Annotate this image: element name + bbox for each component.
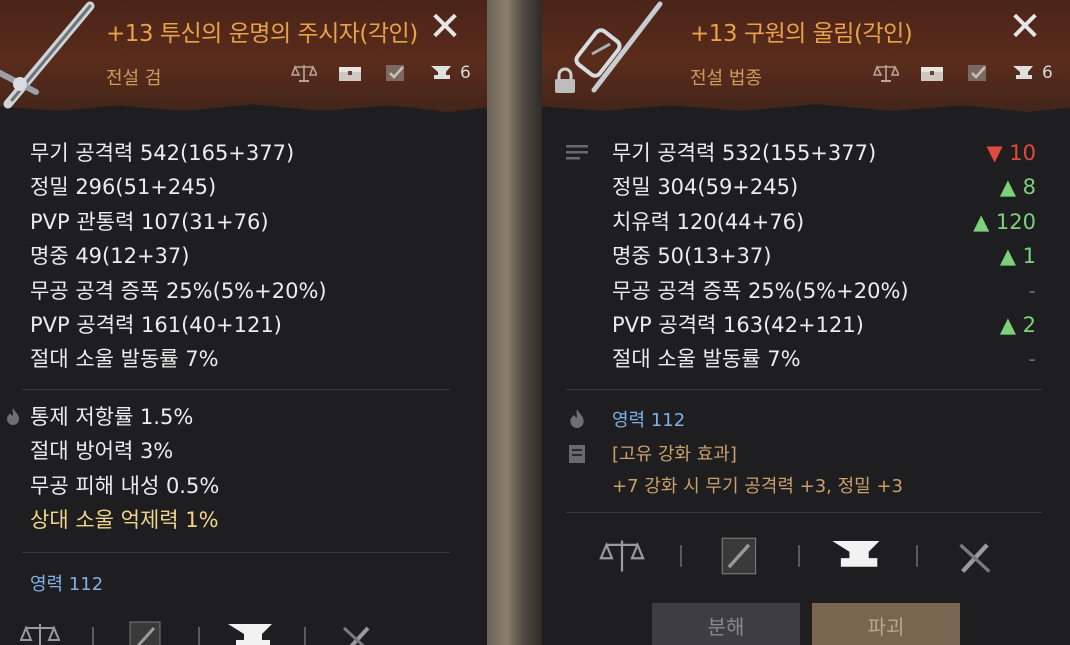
list-icon bbox=[564, 140, 590, 164]
anvil-icon bbox=[428, 62, 456, 84]
check-box-icon bbox=[382, 62, 410, 84]
bar-separator bbox=[92, 627, 94, 645]
extra-stats: 통제 저항률 1.5% 절대 방어력 3% 무공 피해 내성 0.5% 상대 소… bbox=[30, 400, 219, 538]
scale-icon[interactable] bbox=[592, 530, 652, 582]
scale-icon bbox=[290, 62, 318, 84]
stat-diff-column: ▼ 10 ▲ 8 ▲ 120 ▲ 1 - ▲ 2 - bbox=[916, 136, 1036, 381]
stat-line: 정밀 304(59+245) bbox=[612, 175, 799, 200]
right-item-tooltip: +13 구원의 울림(각인) ✕ 전설 법종 6 무기 공격력 532(155+… bbox=[542, 0, 1070, 645]
fire-icon bbox=[0, 404, 26, 428]
anvil-icon[interactable] bbox=[828, 530, 888, 582]
chest-icon bbox=[918, 62, 946, 84]
header-icons: 6 bbox=[872, 62, 1053, 84]
close-icon[interactable]: ✕ bbox=[424, 6, 466, 48]
chest-icon bbox=[336, 62, 364, 84]
spirit-power: 영력 112 bbox=[30, 574, 104, 595]
stat-line: 통제 저항률 1.5% bbox=[30, 405, 194, 429]
item-title: +13 구원의 울림(각인) bbox=[690, 21, 913, 47]
stat-line: 무기 공격력 542(165+377) bbox=[30, 141, 295, 165]
bar-separator bbox=[304, 627, 306, 645]
bar-separator bbox=[198, 627, 200, 645]
stat-line: PVP 관통력 107(31+76) bbox=[30, 209, 269, 234]
stat-line: 절대 소울 발동률 7% bbox=[612, 347, 801, 372]
item-grade: 전설 법종 bbox=[690, 68, 762, 89]
sword-weapon-icon bbox=[0, 1, 95, 109]
document-icon bbox=[564, 442, 590, 466]
fire-icon bbox=[564, 406, 590, 430]
divider bbox=[22, 389, 450, 390]
scale-icon bbox=[872, 62, 900, 84]
hammer-icon[interactable] bbox=[328, 612, 388, 645]
stat-diff: ▲ 8 bbox=[999, 175, 1036, 200]
header-icons: 6 bbox=[290, 62, 471, 84]
sword-card-icon[interactable] bbox=[710, 530, 770, 582]
stat-line: 명중 50(13+37) bbox=[612, 244, 772, 269]
right-action-bar bbox=[592, 530, 1006, 582]
hammer-icon[interactable] bbox=[946, 530, 1006, 582]
destroy-button[interactable]: 파괴 bbox=[812, 603, 960, 645]
close-icon[interactable]: ✕ bbox=[1004, 6, 1046, 48]
stat-line: 절대 방어력 3% bbox=[30, 439, 174, 464]
item-title: +13 투신의 운명의 주시자(각인) bbox=[106, 21, 418, 47]
bar-separator bbox=[680, 545, 682, 567]
stat-line-highlight: 상대 소울 억제력 1% bbox=[30, 508, 219, 533]
anvil-icon[interactable] bbox=[222, 612, 282, 645]
lock-icon bbox=[550, 66, 580, 96]
divider bbox=[566, 512, 1042, 513]
item-grade: 전설 검 bbox=[106, 68, 162, 89]
divider bbox=[22, 552, 450, 553]
stat-line: 무공 피해 내성 0.5% bbox=[30, 473, 220, 498]
stat-diff: ▲ 1 bbox=[999, 244, 1036, 269]
anvil-icon bbox=[1010, 62, 1038, 84]
stat-line: 무공 공격 증폭 25%(5%+20%) bbox=[612, 278, 909, 303]
stat-line: 무공 공격 증폭 25%(5%+20%) bbox=[30, 278, 327, 303]
base-stats: 무기 공격력 532(155+377) 정밀 304(59+245) 치유력 1… bbox=[612, 136, 909, 377]
sword-card-icon[interactable] bbox=[116, 612, 176, 645]
stat-line: PVP 공격력 161(40+121) bbox=[30, 312, 282, 337]
disassemble-button[interactable]: 분해 bbox=[652, 603, 800, 645]
forge-count: 6 bbox=[1042, 63, 1053, 83]
check-box-icon bbox=[964, 62, 992, 84]
stat-diff: ▲ 2 bbox=[999, 313, 1036, 337]
left-action-bar bbox=[10, 612, 388, 645]
stat-line: 절대 소울 발동률 7% bbox=[30, 347, 219, 372]
left-item-tooltip: +13 투신의 운명의 주시자(각인) ✕ 전설 검 6 무기 공격력 542(… bbox=[0, 0, 487, 645]
scale-icon[interactable] bbox=[10, 612, 70, 645]
enhance-effect-header: [고유 강화 효과] bbox=[612, 444, 737, 465]
stat-diff: - bbox=[1028, 347, 1036, 372]
stat-line: 명중 49(12+37) bbox=[30, 244, 190, 269]
forge-count: 6 bbox=[460, 63, 471, 83]
bar-separator bbox=[798, 545, 800, 567]
bar-separator bbox=[916, 545, 918, 567]
stat-line: 치유력 120(44+76) bbox=[612, 209, 805, 234]
enhance-effect-line: +7 강화 시 무기 공격력 +3, 정밀 +3 bbox=[612, 476, 903, 497]
stat-diff: ▼ 10 bbox=[986, 141, 1036, 165]
stat-line: 무기 공격력 532(155+377) bbox=[612, 141, 877, 165]
spirit-power: 영력 112 bbox=[612, 410, 686, 431]
stat-diff: - bbox=[1028, 278, 1036, 303]
stat-line: PVP 공격력 163(42+121) bbox=[612, 312, 864, 337]
stat-line: 정밀 296(51+245) bbox=[30, 175, 217, 200]
stat-diff: ▲ 120 bbox=[973, 209, 1036, 234]
background-gap bbox=[487, 0, 542, 645]
base-stats: 무기 공격력 542(165+377) 정밀 296(51+245) PVP 관… bbox=[30, 136, 327, 377]
divider bbox=[566, 389, 1042, 390]
